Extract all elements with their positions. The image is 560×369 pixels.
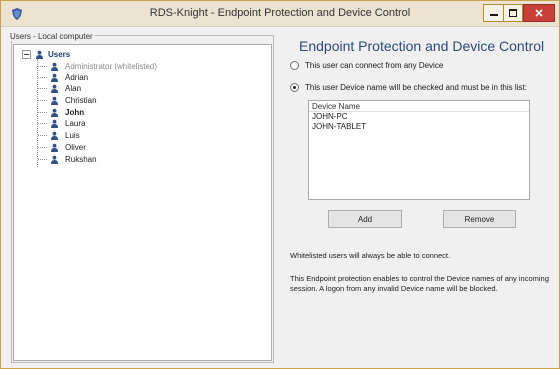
user-icon [50,131,59,140]
app-window: RDS-Knight - Endpoint Protection and Dev… [0,0,560,369]
window-title: RDS-Knight - Endpoint Protection and Dev… [149,7,411,19]
tree-root-users[interactable]: Users [22,49,70,59]
tree-item-label: Luis [65,130,80,140]
radio-device-list[interactable] [290,83,299,92]
option-device-list[interactable]: This user Device name will be checked an… [290,83,527,92]
tree-item-rukshan[interactable]: Rukshan [38,154,97,164]
user-icon [50,62,59,71]
tree-item-label: Oliver [65,142,86,152]
whitelist-note: Whitelisted users will always be able to… [290,251,451,260]
tree-item-adrian[interactable]: Adrian [38,72,88,82]
tree-item-label: Administrator (whitelisted) [65,61,158,71]
user-icon [50,96,59,105]
radio-any-device[interactable] [290,61,299,70]
tree-item-john[interactable]: John [38,107,84,117]
remove-device-button[interactable]: Remove [443,210,516,228]
collapse-expander-icon[interactable] [22,49,31,59]
tree-item-label: Laura [65,118,86,128]
description-note: This Endpoint protection enables to cont… [290,274,549,293]
tree-root-label: Users [48,49,71,59]
users-icon [35,50,44,59]
close-icon [535,9,543,17]
tree-item-label: John [65,107,85,117]
option-any-device-label: This user can connect from any Device [305,61,444,70]
option-device-list-label: This user Device name will be checked an… [305,83,527,92]
panel-title: Endpoint Protection and Device Control [299,38,545,54]
title-bar[interactable]: RDS-Knight - Endpoint Protection and Dev… [1,1,559,27]
device-name-list[interactable]: Device Name JOHN-PC JOHN-TABLET [308,100,530,200]
user-icon [50,155,59,164]
tree-item-christian[interactable]: Christian [38,95,97,105]
user-icon [50,119,59,128]
option-any-device[interactable]: This user can connect from any Device [290,61,443,70]
close-button[interactable] [523,4,555,22]
tree-item-laura[interactable]: Laura [38,118,85,128]
tree-item-label: Christian [65,95,97,105]
tree-item-oliver[interactable]: Oliver [38,142,86,152]
tree-item-luis[interactable]: Luis [38,130,80,140]
user-icon [50,108,59,117]
tree-item-label: Rukshan [65,154,97,164]
device-list-header[interactable]: Device Name [309,101,529,112]
add-device-button[interactable]: Add [328,210,402,228]
tree-item-label: Alan [65,83,82,93]
minimize-button[interactable] [483,4,503,22]
list-item[interactable]: JOHN-PC [309,112,529,122]
users-group-label: Users - Local computer [8,32,95,41]
user-icon [50,73,59,82]
list-item[interactable]: JOHN-TABLET [309,122,529,132]
user-icon [50,84,59,93]
maximize-button[interactable] [503,4,523,22]
minimize-icon [489,14,498,16]
maximize-icon [509,9,517,17]
tree-item-administrator[interactable]: Administrator (whitelisted) [38,61,157,71]
user-icon [50,143,59,152]
tree-item-label: Adrian [65,72,89,82]
users-tree[interactable]: Users Administrator (whitelisted) Adrian… [13,44,272,361]
tree-item-alan[interactable]: Alan [38,83,81,93]
